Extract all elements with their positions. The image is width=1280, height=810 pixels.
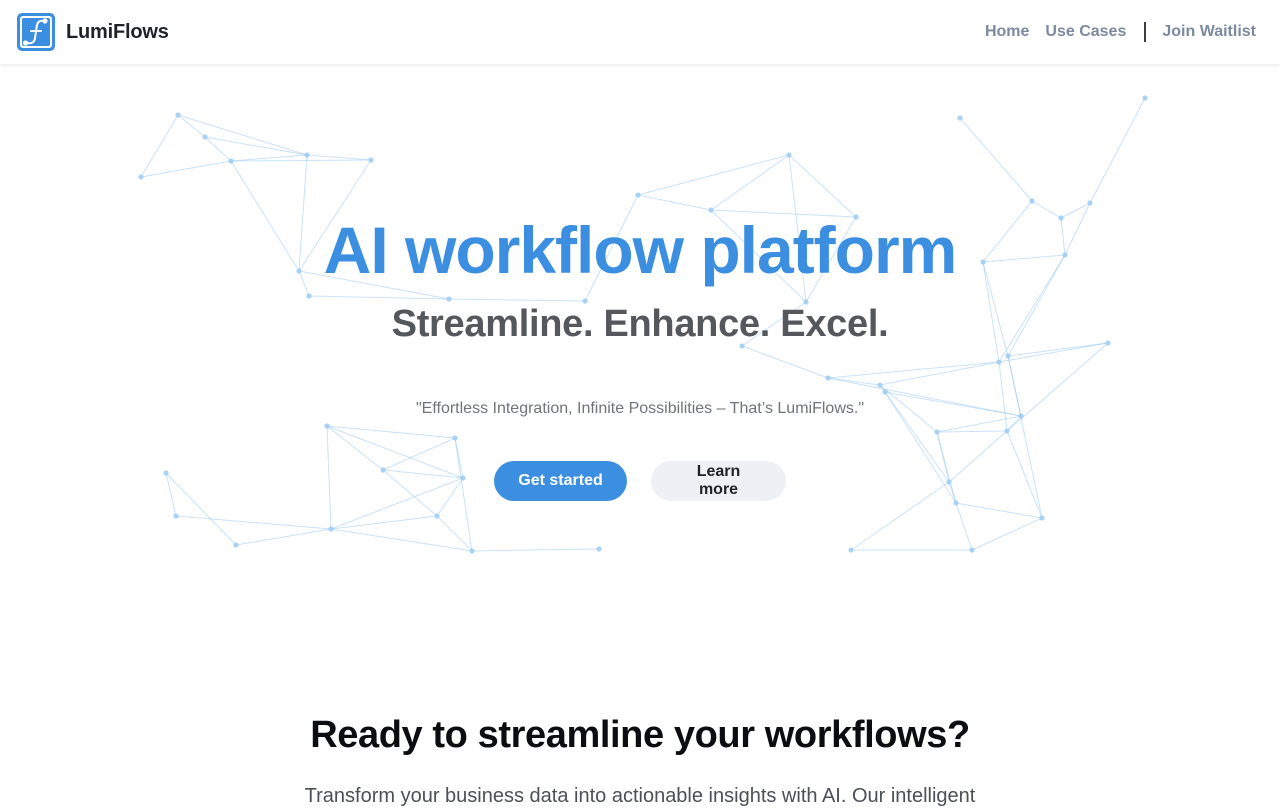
learn-more-button[interactable]: Learn more bbox=[651, 461, 786, 501]
hero-title: AI workflow platform bbox=[323, 213, 958, 287]
cta-body: Transform your business data into action… bbox=[304, 785, 976, 807]
hero-section: AI workflow platform Streamline. Enhance… bbox=[0, 64, 1280, 624]
hero-tagline: "Effortless Integration, Infinite Possib… bbox=[415, 400, 864, 417]
cta-title: Ready to streamline your workflows? bbox=[310, 714, 970, 756]
nav-link-join-waitlist[interactable]: Join Waitlist bbox=[1162, 23, 1256, 41]
main-nav: Home Use Cases Join Waitlist bbox=[985, 0, 1256, 64]
brand-name: LumiFlows bbox=[66, 20, 169, 43]
hero-subtitle: Streamline. Enhance. Excel. bbox=[391, 303, 889, 345]
hero-actions: Get started Learn more bbox=[0, 461, 1280, 501]
brand-home-link[interactable]: LumiFlows bbox=[16, 12, 169, 52]
nav-link-use-cases[interactable]: Use Cases bbox=[1045, 23, 1126, 41]
get-started-button[interactable]: Get started bbox=[494, 461, 627, 501]
nav-divider bbox=[1144, 22, 1147, 42]
nav-link-home[interactable]: Home bbox=[985, 23, 1029, 41]
site-header: LumiFlows Home Use Cases Join Waitlist bbox=[0, 0, 1280, 64]
lumiflows-logo-icon bbox=[17, 13, 55, 51]
